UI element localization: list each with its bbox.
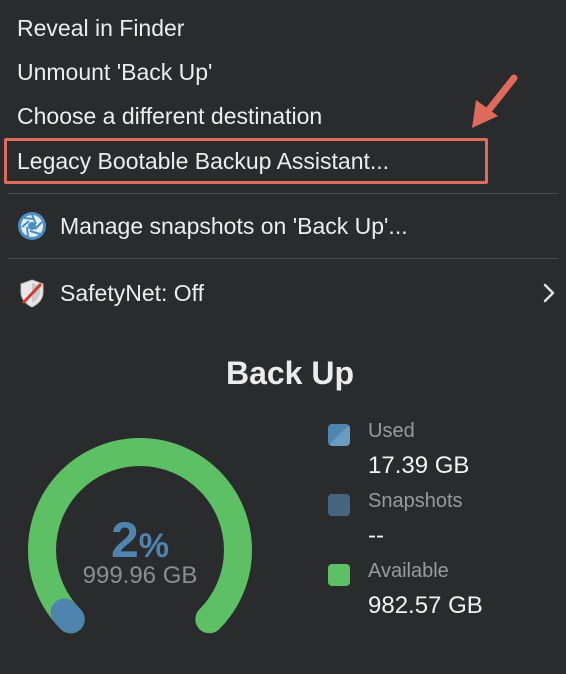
legend-swatch-used xyxy=(328,424,350,446)
legend-item-available: Available 982.57 GB xyxy=(328,558,558,628)
menu-item-label: Unmount 'Back Up' xyxy=(17,58,213,85)
menu-item-label: SafetyNet: Off xyxy=(60,279,205,306)
menu-item-safetynet[interactable]: SafetyNet: Off xyxy=(0,273,566,313)
legend-value: 982.57 GB xyxy=(368,592,483,619)
annotation-highlight-box xyxy=(4,138,488,184)
gauge-used-arc xyxy=(50,598,85,634)
legend-item-snapshots: Snapshots -- xyxy=(328,488,558,558)
legend-label: Snapshots xyxy=(368,490,463,512)
menu-item-label: Choose a different destination xyxy=(17,102,323,129)
legend-value: 17.39 GB xyxy=(368,452,470,479)
legend-label: Available xyxy=(368,560,449,582)
aperture-icon xyxy=(16,210,48,242)
menu-item-manage-snapshots[interactable]: Manage snapshots on 'Back Up'... xyxy=(0,206,566,246)
legend-item-used: Used 17.39 GB xyxy=(328,418,558,488)
gauge-capacity: 999.96 GB xyxy=(82,562,198,589)
menu-item-reveal-in-finder[interactable]: Reveal in Finder xyxy=(0,8,566,48)
legend-label: Used xyxy=(368,420,415,442)
menu-separator xyxy=(8,258,558,259)
menu-item-label: Manage snapshots on 'Back Up'... xyxy=(60,212,408,239)
menu-item-label: Reveal in Finder xyxy=(17,14,185,41)
legend-swatch-snapshots xyxy=(328,494,350,516)
chevron-right-icon xyxy=(543,283,555,303)
capacity-legend: Used 17.39 GB Snapshots -- Available 982… xyxy=(328,418,558,628)
annotation-arrow-icon xyxy=(472,74,518,128)
menu-separator xyxy=(8,193,558,194)
volume-title: Back Up xyxy=(225,355,355,391)
shield-off-icon xyxy=(16,277,48,309)
legend-value: -- xyxy=(368,522,384,549)
gauge-percent-value: 2 xyxy=(110,512,139,568)
gauge-percent-sign: % xyxy=(138,527,170,565)
legend-swatch-available xyxy=(328,564,350,586)
